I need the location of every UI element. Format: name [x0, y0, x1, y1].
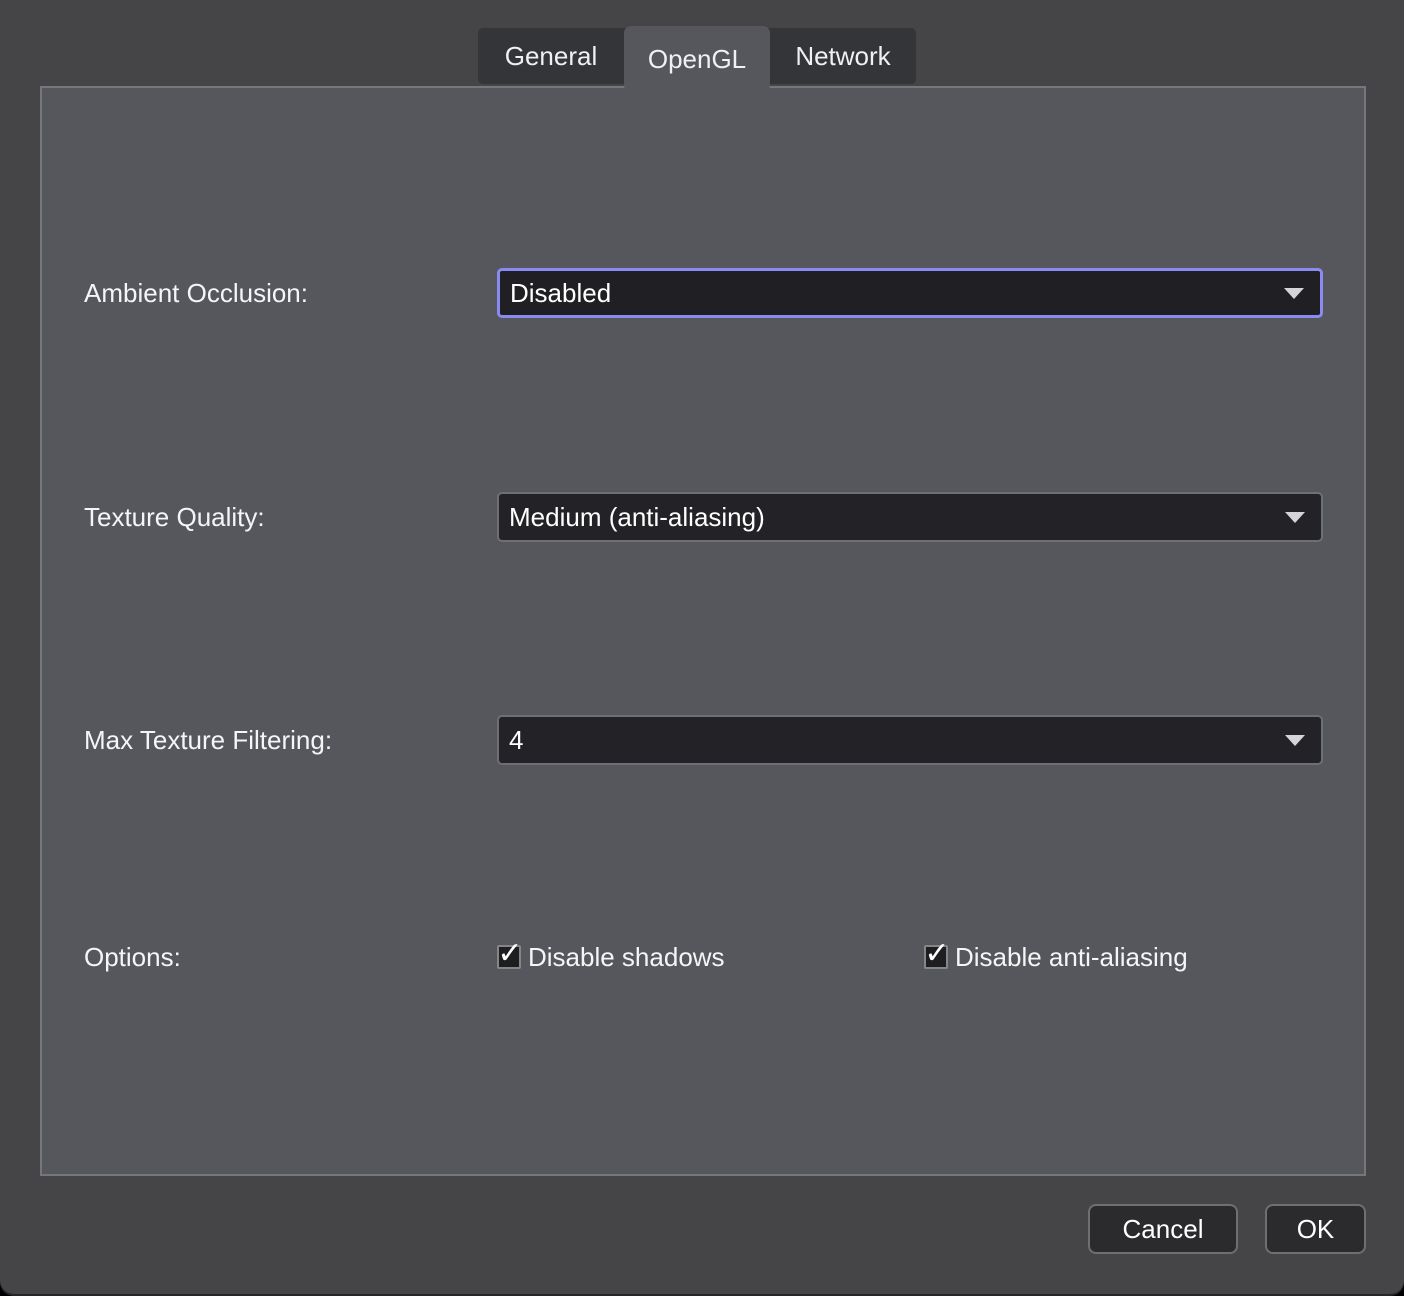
texture-quality-label: Texture Quality: — [84, 492, 265, 542]
texture-quality-dropdown[interactable]: Medium (anti-aliasing) — [497, 492, 1323, 542]
max-texture-filtering-value: 4 — [499, 725, 523, 756]
tab-general-label: General — [505, 41, 598, 72]
checkbox-box[interactable] — [924, 945, 948, 969]
tab-network[interactable]: Network — [770, 28, 916, 84]
tab-opengl-label: OpenGL — [648, 44, 746, 75]
tab-bar: General OpenGL Network — [478, 28, 916, 84]
max-texture-filtering-dropdown[interactable]: 4 — [497, 715, 1323, 765]
max-texture-filtering-label: Max Texture Filtering: — [84, 715, 332, 765]
tab-opengl[interactable]: OpenGL — [624, 26, 770, 92]
ambient-occlusion-label: Ambient Occlusion: — [84, 268, 308, 318]
disable-shadows-label: Disable shadows — [528, 942, 725, 973]
ambient-occlusion-dropdown[interactable]: Disabled — [497, 268, 1323, 318]
disable-shadows-checkbox[interactable]: Disable shadows — [497, 932, 725, 982]
tab-network-label: Network — [795, 41, 890, 72]
options-label: Options: — [84, 932, 181, 982]
checkmark-icon — [924, 939, 950, 969]
dropdown-arrow-icon — [1285, 735, 1305, 746]
preferences-dialog: General OpenGL Network Ambient Occlusion… — [0, 0, 1404, 1296]
texture-quality-value: Medium (anti-aliasing) — [499, 502, 765, 533]
dropdown-arrow-icon — [1284, 288, 1304, 299]
disable-anti-aliasing-label: Disable anti-aliasing — [955, 942, 1188, 973]
disable-anti-aliasing-checkbox[interactable]: Disable anti-aliasing — [924, 932, 1188, 982]
checkbox-box[interactable] — [497, 945, 521, 969]
dropdown-arrow-icon — [1285, 512, 1305, 523]
ambient-occlusion-value: Disabled — [500, 278, 611, 309]
tab-general[interactable]: General — [478, 28, 624, 84]
checkmark-icon — [497, 939, 523, 969]
ok-button[interactable]: OK — [1265, 1204, 1366, 1254]
opengl-settings-panel — [40, 86, 1366, 1176]
cancel-button[interactable]: Cancel — [1088, 1204, 1238, 1254]
